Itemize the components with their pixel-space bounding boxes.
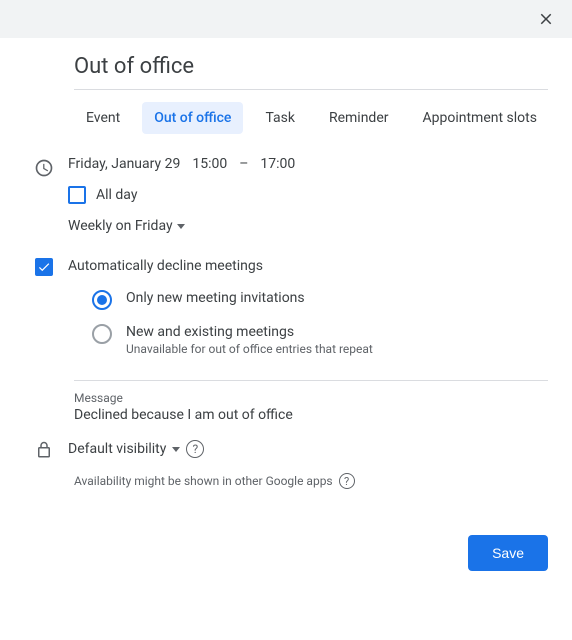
- visibility-dropdown[interactable]: Default visibility: [68, 441, 180, 457]
- chevron-down-icon: [177, 224, 185, 229]
- start-time[interactable]: 15:00: [192, 156, 227, 172]
- tab-out-of-office[interactable]: Out of office: [142, 102, 243, 134]
- recurrence-dropdown[interactable]: Weekly on Friday: [68, 218, 548, 234]
- radio-row-new-only: Only new meeting invitations: [92, 290, 548, 310]
- date-value[interactable]: Friday, January 29: [68, 156, 180, 172]
- datetime-row: Friday, January 29 15:00 – 17:00: [68, 156, 548, 172]
- availability-info: Availability might be shown in other Goo…: [74, 473, 548, 489]
- dialog-footer: Save: [0, 513, 572, 591]
- radio-new-existing-label: New and existing meetings: [126, 324, 373, 340]
- divider: [74, 380, 548, 381]
- autodecline-section: Automatically decline meetings Only new …: [24, 258, 548, 370]
- availability-info-text: Availability might be shown in other Goo…: [74, 474, 333, 488]
- radio-new-existing-sub: Unavailable for out of office entries th…: [126, 342, 373, 356]
- dialog-content: Out of office Event Out of office Task R…: [0, 38, 572, 513]
- tab-task[interactable]: Task: [253, 102, 307, 134]
- time-separator: –: [239, 156, 248, 172]
- autodecline-label: Automatically decline meetings: [68, 258, 263, 274]
- message-value[interactable]: Declined because I am out of office: [74, 407, 548, 423]
- dialog-topbar: [0, 0, 572, 38]
- visibility-section: Default visibility ?: [24, 439, 548, 459]
- allday-label: All day: [96, 187, 137, 203]
- lock-icon: [24, 439, 64, 459]
- recurrence-label: Weekly on Friday: [68, 218, 173, 234]
- help-icon[interactable]: ?: [339, 473, 355, 489]
- event-type-tabs: Event Out of office Task Reminder Appoin…: [74, 102, 548, 134]
- message-label: Message: [74, 391, 548, 405]
- close-icon[interactable]: [534, 7, 558, 31]
- allday-checkbox[interactable]: [68, 186, 86, 204]
- radio-new-only-label: Only new meeting invitations: [126, 290, 305, 306]
- help-icon[interactable]: ?: [186, 440, 204, 458]
- autodecline-checkbox-wrap: [24, 258, 64, 370]
- datetime-section: Friday, January 29 15:00 – 17:00 All day…: [24, 156, 548, 248]
- tab-event[interactable]: Event: [74, 102, 132, 134]
- save-button[interactable]: Save: [468, 535, 548, 571]
- clock-icon: [24, 156, 64, 248]
- tab-appointment-slots[interactable]: Appointment slots: [411, 102, 549, 134]
- radio-new-only[interactable]: [92, 290, 112, 310]
- chevron-down-icon: [172, 447, 180, 452]
- end-time[interactable]: 17:00: [260, 156, 295, 172]
- page-title: Out of office: [74, 54, 548, 79]
- tab-reminder[interactable]: Reminder: [317, 102, 401, 134]
- radio-new-existing[interactable]: [92, 324, 112, 344]
- autodecline-checkbox[interactable]: [35, 258, 53, 276]
- radio-row-new-existing: New and existing meetings Unavailable fo…: [92, 324, 548, 356]
- allday-row: All day: [68, 186, 548, 204]
- visibility-label: Default visibility: [68, 441, 166, 457]
- title-row: Out of office: [74, 54, 548, 90]
